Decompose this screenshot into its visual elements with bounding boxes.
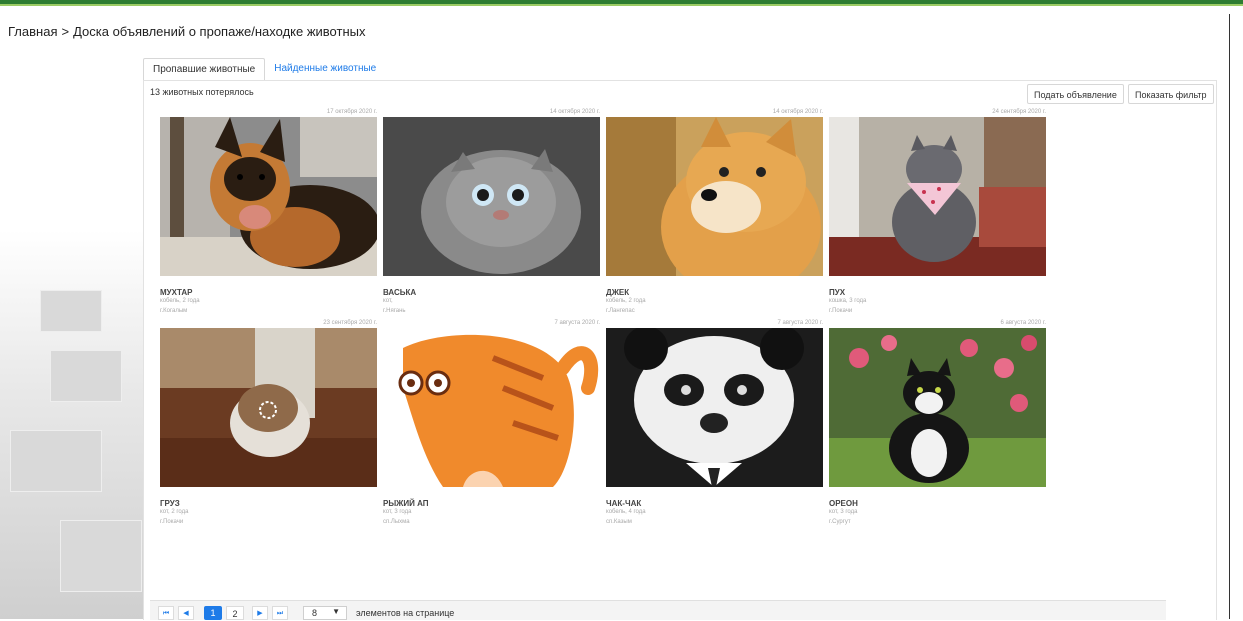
tab-found-animals[interactable]: Найденные животные (265, 58, 385, 80)
animal-card[interactable]: 6 августа 2020 г. ОРЕОН кот, 3 года г.Су… (829, 320, 1046, 530)
card-name: ГРУЗ (160, 499, 180, 508)
card-date: 24 сентября 2020 г. (992, 109, 1046, 115)
card-info: кобель, 2 года (606, 298, 646, 304)
cat-loading-photo (160, 328, 377, 487)
shiba-inu-photo (606, 117, 823, 276)
card-name: МУХТАР (160, 288, 193, 297)
card-name: ЧАК-ЧАК (606, 499, 642, 508)
card-date: 23 сентября 2020 г. (323, 320, 377, 326)
prev-page-icon[interactable]: ◀ (178, 606, 194, 620)
card-info: кошка, 3 года (829, 298, 867, 304)
breadcrumb-current: Доска объявлений о пропаже/находке живот… (73, 24, 366, 39)
card-city: г.Покачи (829, 308, 853, 314)
card-city: г.Сургут (829, 519, 851, 525)
animal-card[interactable]: 14 октября 2020 г. ДЖЕК кобель, 2 года г… (606, 109, 823, 319)
show-filter-button[interactable]: Показать фильтр (1128, 84, 1214, 104)
pagination-bar: ⏮ ◀ 1 2 ▶ ⏭ 8 ▼ элементов на странице (150, 600, 1166, 620)
fat-cat-with-bandana-photo (829, 117, 1046, 276)
card-info: кот, 3 года (383, 509, 412, 515)
breadcrumb: Главная > Доска объявлений о пропаже/наход… (8, 24, 369, 39)
top-accent-bar-light (0, 4, 1243, 6)
card-name: РЫЖИЙ АП (383, 499, 429, 508)
lost-count: 13 животных потерялось (150, 87, 254, 97)
card-info: кот, 2 года (160, 509, 189, 515)
orange-cartoon-cat (383, 328, 600, 487)
card-date: 7 августа 2020 г. (554, 320, 600, 326)
card-date: 7 августа 2020 г. (777, 320, 823, 326)
panda-in-suit-drawing (606, 328, 823, 487)
breadcrumb-separator: > (61, 24, 70, 39)
tuxedo-cat-photo (829, 328, 1046, 487)
page-2-button[interactable]: 2 (226, 606, 244, 620)
card-city: сп.Лыхма (383, 519, 410, 525)
card-name: ВАСЬКА (383, 288, 417, 297)
animal-card[interactable]: 7 августа 2020 г. ЧАК-ЧАК кобель, 4 года… (606, 320, 823, 530)
animal-card[interactable]: 14 октября 2020 г. ВАСЬКА кот, г.Нягань (383, 109, 600, 319)
card-info: кот, 3 года (829, 509, 858, 515)
card-info: кобель, 4 года (606, 509, 646, 515)
card-date: 14 октября 2020 г. (549, 109, 600, 115)
card-date: 6 августа 2020 г. (1000, 320, 1046, 326)
page-right-border (1229, 14, 1230, 619)
breadcrumb-home[interactable]: Главная (8, 24, 57, 39)
animal-card[interactable]: 24 сентября 2020 г. ПУХ кошка, 3 года г.… (829, 109, 1046, 319)
german-shepherd-photo (160, 117, 377, 276)
card-city: г.Когалым (160, 308, 188, 314)
card-date: 14 октября 2020 г. (772, 109, 823, 115)
next-page-icon[interactable]: ▶ (252, 606, 268, 620)
tabs-bar: Пропавшие животные Найденные животные (143, 58, 385, 82)
first-page-icon[interactable]: ⏮ (158, 606, 174, 620)
card-city: г.Нягань (383, 308, 406, 314)
page-size-label: элементов на странице (356, 608, 455, 618)
card-city: г.Покачи (160, 519, 184, 525)
card-date: 17 октября 2020 г. (326, 109, 377, 115)
page-1-button[interactable]: 1 (204, 606, 222, 620)
last-page-icon[interactable]: ⏭ (272, 606, 288, 620)
card-info: кот, (383, 298, 393, 304)
card-name: ПУХ (829, 288, 846, 297)
background-decoration (0, 230, 145, 619)
page-size-value: 8 (312, 608, 318, 618)
animal-card[interactable]: 17 октября 2020 г. МУХТАР кобель, 2 года… (160, 109, 377, 319)
animal-card[interactable]: 7 августа 2020 г. РЫЖИЙ АП кот, 3 года с… (383, 320, 600, 530)
card-name: ДЖЕК (606, 288, 630, 297)
animal-card[interactable]: 23 сентября 2020 г. ГРУЗ кот, 2 года г.П… (160, 320, 377, 530)
card-city: сп.Казым (606, 519, 632, 525)
card-city: г.Лангепас (606, 308, 635, 314)
tab-lost-animals[interactable]: Пропавшие животные (143, 58, 266, 82)
card-info: кобель, 2 года (160, 298, 200, 304)
scottish-fold-cat-photo (383, 117, 600, 276)
page-size-select[interactable]: 8 ▼ (303, 606, 347, 620)
card-name: ОРЕОН (829, 499, 858, 508)
chevron-down-icon: ▼ (332, 607, 340, 616)
submit-ad-button[interactable]: Подать объявление (1027, 84, 1124, 104)
